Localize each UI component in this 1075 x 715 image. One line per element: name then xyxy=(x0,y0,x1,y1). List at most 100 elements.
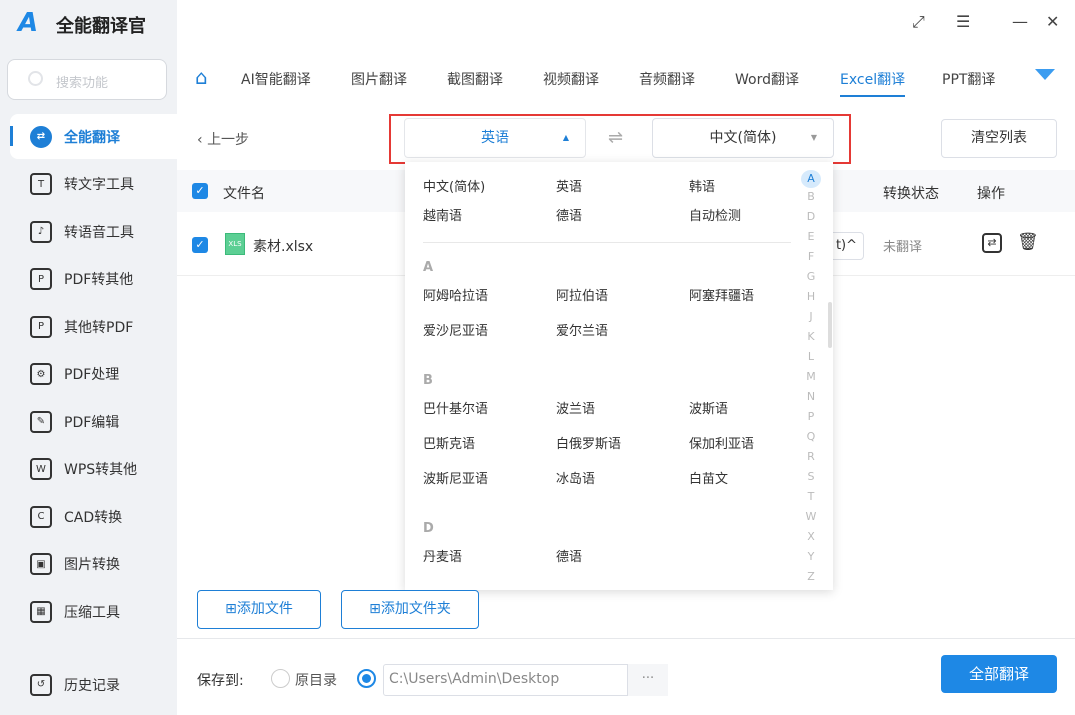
image-convert-icon: ▣ xyxy=(30,553,52,575)
alpha-index-N[interactable]: N xyxy=(801,390,821,403)
translate-row-icon[interactable]: ⇄ xyxy=(982,233,1002,253)
add-file-button[interactable]: ⊞添加文件 xyxy=(197,590,321,629)
language-option[interactable]: 中文(简体) xyxy=(423,176,485,195)
add-file-icon: ⊞ xyxy=(225,601,237,617)
original-dir-radio[interactable] xyxy=(271,669,290,688)
caret-down-icon: ▼ xyxy=(810,133,817,142)
language-option[interactable]: 巴什基尔语 xyxy=(423,398,488,417)
alpha-index-F[interactable]: F xyxy=(801,250,821,263)
language-option[interactable]: 自动检测 xyxy=(689,205,741,224)
translate-all-button[interactable]: 全部翻译 xyxy=(941,655,1057,693)
alpha-index-K[interactable]: K xyxy=(801,330,821,343)
language-option[interactable]: 爱沙尼亚语 xyxy=(423,320,488,339)
alpha-index-P[interactable]: P xyxy=(801,410,821,423)
sidebar-item-8[interactable]: C CAD转换 xyxy=(10,494,177,539)
sidebar-item-2[interactable]: ♪ 转语音工具 xyxy=(10,209,177,254)
tab-1[interactable]: 图片翻译 xyxy=(351,69,407,89)
language-option[interactable]: 巴斯克语 xyxy=(423,433,475,452)
tab-2[interactable]: 截图翻译 xyxy=(447,69,503,89)
tab-3[interactable]: 视频翻译 xyxy=(543,69,599,89)
sidebar-item-6[interactable]: ✎ PDF编辑 xyxy=(10,399,177,444)
menu-icon[interactable]: ☰ xyxy=(956,12,970,31)
sidebar-item-10[interactable]: ▦ 压缩工具 xyxy=(10,589,177,634)
alpha-index-L[interactable]: L xyxy=(801,350,821,363)
alpha-index-G[interactable]: G xyxy=(801,270,821,283)
alpha-index-A[interactable]: A xyxy=(801,170,821,188)
pin-icon[interactable]: ⤢ xyxy=(912,12,925,32)
sidebar-item-label: 转文字工具 xyxy=(64,177,134,193)
language-option[interactable]: 白苗文 xyxy=(689,468,728,487)
tab-0[interactable]: AI智能翻译 xyxy=(241,69,311,89)
language-option[interactable]: 波斯语 xyxy=(689,398,728,417)
alpha-index-W[interactable]: W xyxy=(801,510,821,523)
sidebar-item-9[interactable]: ▣ 图片转换 xyxy=(10,542,177,587)
language-option[interactable]: 保加利亚语 xyxy=(689,433,754,452)
sidebar-item-label: CAD转换 xyxy=(64,509,123,526)
language-option[interactable]: 丹麦语 xyxy=(423,546,462,565)
language-option[interactable]: 英语 xyxy=(556,176,582,195)
source-language-select[interactable]: 英语 ▲ xyxy=(404,118,586,158)
alpha-index-J[interactable]: J xyxy=(801,310,821,323)
add-folder-button[interactable]: ⊞添加文件夹 xyxy=(341,590,479,629)
swap-languages-icon[interactable]: ⇌ xyxy=(608,127,623,148)
language-option[interactable]: 波斯尼亚语 xyxy=(423,468,488,487)
search-input[interactable]: 搜索功能 xyxy=(7,59,167,100)
language-option[interactable]: 阿塞拜疆语 xyxy=(689,285,754,304)
row-checkbox[interactable]: ✓ xyxy=(192,237,208,253)
alpha-index-M[interactable]: M xyxy=(801,370,821,383)
tab-7[interactable]: PPT翻译 xyxy=(942,69,995,89)
language-option[interactable]: 韩语 xyxy=(689,176,715,195)
sidebar-item-7[interactable]: W WPS转其他 xyxy=(10,447,177,492)
header-action: 操作 xyxy=(977,186,1005,202)
language-option[interactable]: 波兰语 xyxy=(556,398,595,417)
tab-bar: ⌂ AI智能翻译 图片翻译 截图翻译 视频翻译 音频翻译 Word翻译 Excel翻译 PPT… xyxy=(177,55,1075,101)
language-option[interactable]: 越南语 xyxy=(423,205,462,224)
alpha-index-B[interactable]: B xyxy=(801,190,821,203)
target-language-select[interactable]: 中文(简体) ▼ xyxy=(652,118,834,158)
more-tabs-icon[interactable] xyxy=(1035,69,1055,80)
scrollbar[interactable] xyxy=(828,302,832,348)
language-option[interactable]: 爱尔兰语 xyxy=(556,320,608,339)
sidebar-item-history[interactable]: ↺ 历史记录 xyxy=(10,662,177,707)
tab-6[interactable]: Excel翻译 xyxy=(840,69,906,97)
alpha-index-D[interactable]: D xyxy=(801,210,821,223)
file-name: 素材.xlsx xyxy=(253,239,314,255)
language-option[interactable]: 德语 xyxy=(556,205,582,224)
alpha-index-X[interactable]: X xyxy=(801,530,821,543)
home-icon[interactable]: ⌂ xyxy=(195,65,208,89)
alpha-index-T[interactable]: T xyxy=(801,490,821,503)
sidebar-item-0[interactable]: ⇄ 全能翻译 xyxy=(10,114,177,159)
browse-button[interactable]: ··· xyxy=(627,664,668,696)
close-icon[interactable]: ✕ xyxy=(1046,12,1059,31)
delete-icon[interactable]: 🗑 xyxy=(1017,232,1039,252)
original-dir-label: 原目录 xyxy=(295,673,337,689)
sidebar-item-4[interactable]: P 其他转PDF xyxy=(10,304,177,349)
custom-dir-radio[interactable] xyxy=(357,669,376,688)
language-option[interactable]: 阿姆哈拉语 xyxy=(423,285,488,304)
tab-4[interactable]: 音频翻译 xyxy=(639,69,695,89)
select-all-checkbox[interactable]: ✓ xyxy=(192,183,208,199)
alpha-index-E[interactable]: E xyxy=(801,230,821,243)
language-option[interactable]: 冰岛语 xyxy=(556,468,595,487)
clear-list-button[interactable]: 清空列表 xyxy=(941,119,1057,158)
language-option[interactable]: 阿拉伯语 xyxy=(556,285,608,304)
alpha-index-Z[interactable]: Z xyxy=(801,570,821,583)
alpha-index-Q[interactable]: Q xyxy=(801,430,821,443)
language-option[interactable]: 德语 xyxy=(556,546,582,565)
alpha-index-R[interactable]: R xyxy=(801,450,821,463)
history-icon: ↺ xyxy=(30,673,52,696)
sidebar: A 全能翻译官 搜索功能 ⇄ 全能翻译 T 转文字工具 ♪ 转语音工具 P PDF转其他 P 其他… xyxy=(0,0,177,715)
save-path-input[interactable]: C:\Users\Admin\Desktop xyxy=(383,664,668,696)
sidebar-item-3[interactable]: P PDF转其他 xyxy=(10,257,177,302)
alpha-index-Y[interactable]: Y xyxy=(801,550,821,563)
tab-5[interactable]: Word翻译 xyxy=(735,69,799,89)
sidebar-item-5[interactable]: ⚙ PDF处理 xyxy=(10,352,177,397)
group-heading: A xyxy=(423,260,434,275)
alpha-index-S[interactable]: S xyxy=(801,470,821,483)
alpha-index-H[interactable]: H xyxy=(801,290,821,303)
minimize-icon[interactable]: — xyxy=(1012,12,1028,31)
back-button[interactable]: ‹ 上一步 xyxy=(197,129,249,149)
language-option[interactable]: 白俄罗斯语 xyxy=(556,433,621,452)
sidebar-item-1[interactable]: T 转文字工具 xyxy=(10,162,177,207)
sidebar-item-label: 转语音工具 xyxy=(64,224,134,241)
